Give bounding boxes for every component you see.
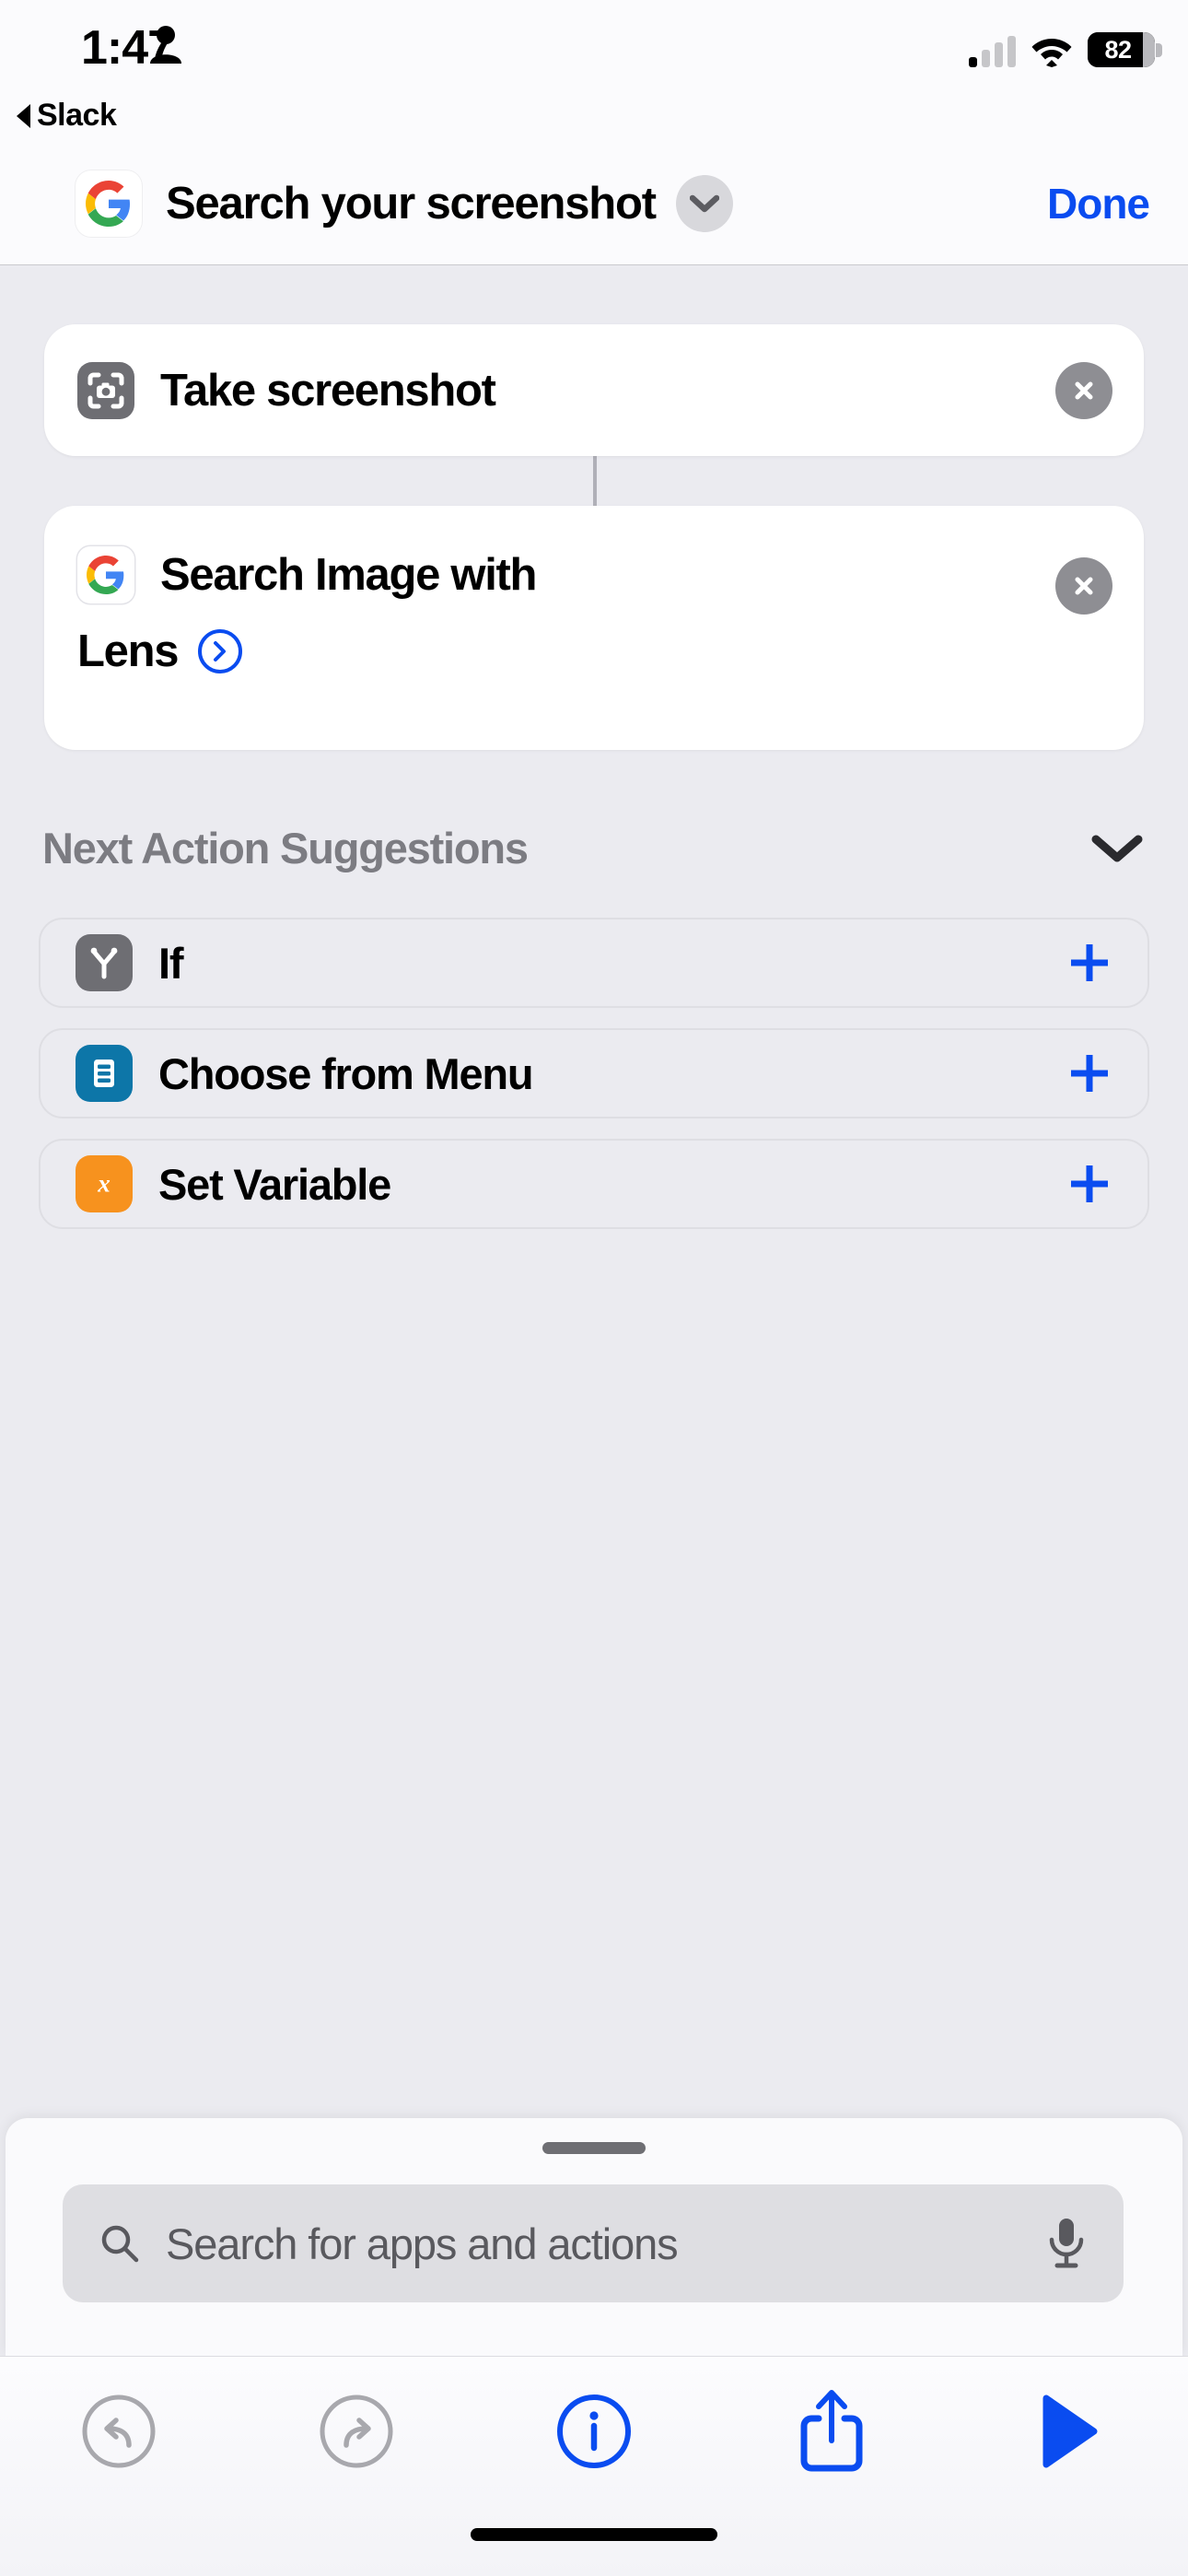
action-card-take-screenshot[interactable]: Take screenshot	[44, 324, 1144, 456]
suggestion-row-set-variable[interactable]: x Set Variable	[39, 1139, 1149, 1229]
status-indicators: 82	[969, 26, 1162, 67]
chevron-right-circle-icon[interactable]	[198, 629, 243, 673]
chevron-down-icon[interactable]	[1089, 832, 1146, 865]
suggestion-row-choose-from-menu[interactable]: Choose from Menu	[39, 1028, 1149, 1118]
info-button[interactable]	[475, 2381, 713, 2482]
plus-icon[interactable]	[1066, 1050, 1112, 1096]
remove-action-button[interactable]	[1055, 362, 1112, 419]
share-button[interactable]	[713, 2381, 950, 2482]
next-action-suggestions-header[interactable]: Next Action Suggestions	[42, 823, 1146, 873]
close-x-icon	[1075, 381, 1093, 400]
search-icon	[101, 2225, 139, 2263]
suggestion-row-if[interactable]: If	[39, 918, 1149, 1008]
home-indicator	[471, 2528, 717, 2541]
screenshot-camera-icon	[77, 361, 134, 419]
done-button[interactable]: Done	[1047, 179, 1150, 228]
microphone-icon[interactable]	[1044, 2215, 1089, 2272]
bottom-toolbar	[0, 2356, 1188, 2576]
page-title: Search your screenshot	[166, 179, 657, 228]
plus-icon[interactable]	[1066, 1161, 1112, 1207]
action-search-sheet: Search for apps and actions	[6, 2118, 1182, 2356]
sheet-grabber[interactable]	[542, 2142, 646, 2154]
share-icon	[800, 2390, 863, 2472]
close-x-icon	[1075, 577, 1093, 595]
action-label-line2: Lens	[77, 626, 179, 676]
run-button[interactable]	[950, 2381, 1188, 2482]
plus-icon[interactable]	[1066, 940, 1112, 986]
undo-icon	[82, 2395, 156, 2468]
search-placeholder: Search for apps and actions	[166, 2219, 679, 2268]
action-label: Search Image with	[160, 550, 537, 600]
battery-icon: 82	[1088, 32, 1162, 67]
person-icon	[150, 26, 181, 64]
undo-button[interactable]	[0, 2381, 238, 2482]
cellular-signal-icon	[969, 36, 1016, 67]
google-logo-icon	[77, 546, 134, 603]
battery-percent: 82	[1104, 35, 1132, 64]
play-icon	[1042, 2395, 1098, 2468]
redo-icon	[320, 2395, 393, 2468]
suggestions-title: Next Action Suggestions	[42, 824, 529, 872]
svg-text:x: x	[97, 1170, 111, 1198]
back-label: Slack	[37, 98, 117, 133]
status-bar: 1:47 Slack 82	[0, 0, 1188, 143]
menu-list-icon	[76, 1045, 133, 1102]
chevron-down-icon[interactable]	[675, 175, 733, 232]
navigation-bar: Search your screenshot Done	[0, 143, 1188, 265]
shortcut-editor-canvas: Take screenshot Search Image with Lens N…	[0, 265, 1188, 2108]
variable-x-icon: x	[76, 1155, 133, 1212]
wifi-icon	[1031, 39, 1072, 67]
back-triangle-icon	[17, 103, 30, 128]
suggestion-label: Set Variable	[158, 1159, 391, 1209]
remove-action-button[interactable]	[1055, 557, 1112, 615]
action-label: Take screenshot	[160, 365, 496, 416]
suggestion-label: Choose from Menu	[158, 1048, 534, 1098]
info-circle-icon	[557, 2395, 631, 2468]
redo-button[interactable]	[238, 2381, 475, 2482]
action-connector-line	[593, 454, 597, 508]
suggestion-label: If	[158, 938, 184, 988]
back-to-slack-button[interactable]: Slack	[17, 98, 117, 134]
google-logo-icon	[76, 170, 142, 237]
search-input[interactable]: Search for apps and actions	[63, 2184, 1124, 2302]
branch-if-icon	[76, 934, 133, 991]
action-card-search-image-with-lens[interactable]: Search Image with Lens	[44, 506, 1144, 750]
